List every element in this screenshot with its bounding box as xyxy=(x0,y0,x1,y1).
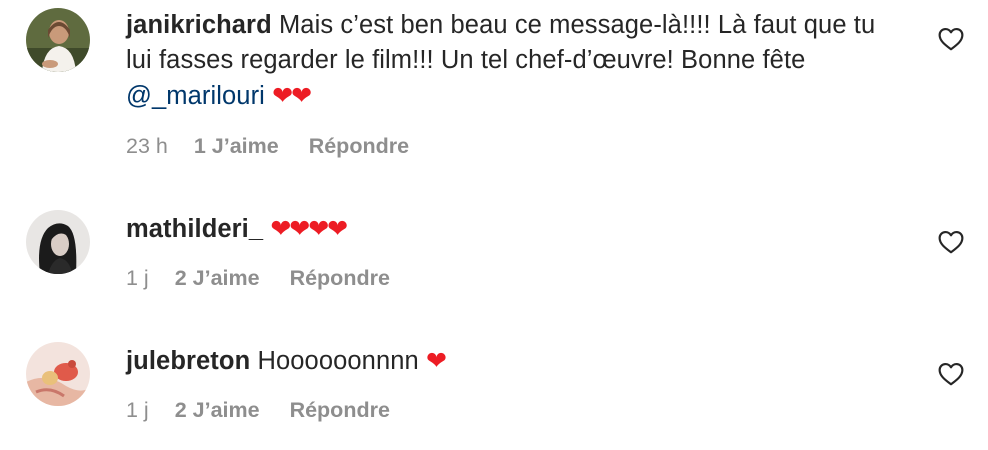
timestamp[interactable]: 23 h xyxy=(126,134,168,159)
comment-meta: 23 h 1 J’aime Répondre xyxy=(126,134,409,159)
avatar[interactable] xyxy=(26,342,90,406)
comment-meta: 1 j 2 J’aime Répondre xyxy=(126,398,390,423)
avatar[interactable] xyxy=(26,8,90,72)
heart-outline-icon[interactable] xyxy=(938,230,964,254)
username[interactable]: julebreton xyxy=(126,347,250,375)
comment-text: mathilderi_ ❤❤❤❤ xyxy=(126,211,906,247)
heart-emoji: ❤❤ xyxy=(272,81,312,110)
timestamp[interactable]: 1 j xyxy=(126,266,149,291)
reply-button[interactable]: Répondre xyxy=(290,266,390,291)
username[interactable]: janikrichard xyxy=(126,11,272,39)
likes-count[interactable]: 2 J’aime xyxy=(175,266,260,291)
likes-count[interactable]: 1 J’aime xyxy=(194,134,279,159)
avatar[interactable] xyxy=(26,210,90,274)
username[interactable]: mathilderi_ xyxy=(126,215,263,243)
comment-text: janikrichard Mais c’est ben beau ce mess… xyxy=(126,8,906,114)
avatar-image xyxy=(26,342,90,406)
comment-content: Hoooooonnnn xyxy=(257,347,426,375)
heart-outline-icon[interactable] xyxy=(938,362,964,386)
comment-body: mathilderi_ ❤❤❤❤ xyxy=(126,211,906,247)
comment-body: janikrichard Mais c’est ben beau ce mess… xyxy=(126,8,906,114)
heart-outline-icon[interactable] xyxy=(938,27,964,51)
comment-text: julebreton Hoooooonnnn ❤ xyxy=(126,343,906,379)
avatar-image xyxy=(26,8,90,72)
comment-body: julebreton Hoooooonnnn ❤ xyxy=(126,343,906,379)
heart-emoji: ❤❤❤❤ xyxy=(270,214,348,243)
timestamp[interactable]: 1 j xyxy=(126,398,149,423)
avatar-image xyxy=(26,210,90,274)
likes-count[interactable]: 2 J’aime xyxy=(175,398,260,423)
reply-button[interactable]: Répondre xyxy=(309,134,409,159)
mention-link[interactable]: @_marilouri xyxy=(126,82,265,110)
comment-meta: 1 j 2 J’aime Répondre xyxy=(126,266,390,291)
heart-emoji: ❤ xyxy=(425,346,447,375)
reply-button[interactable]: Répondre xyxy=(290,398,390,423)
